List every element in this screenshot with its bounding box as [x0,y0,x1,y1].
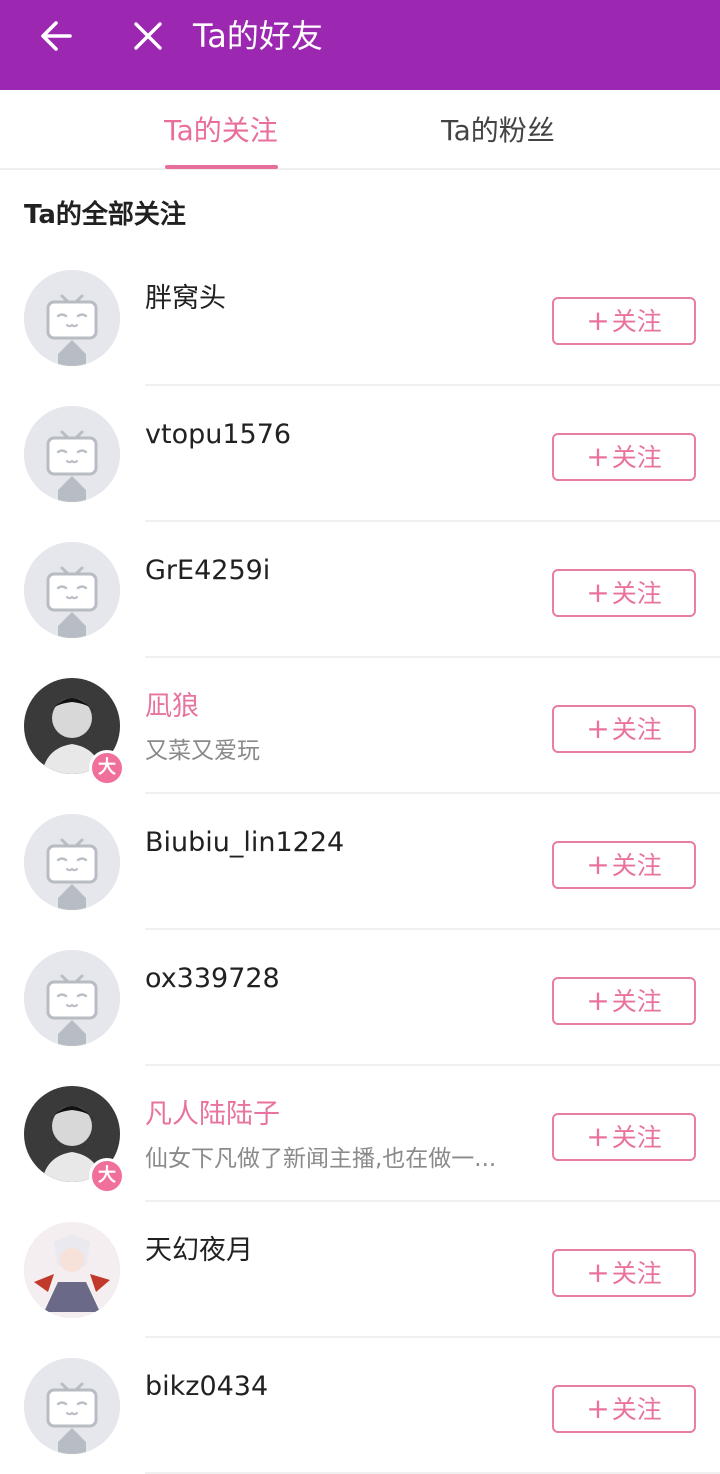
vip-badge-icon: 大 [89,1158,125,1194]
plus-icon: + [586,1256,610,1289]
user-name[interactable]: 天幻夜月 [145,1232,253,1270]
plus-icon: + [586,984,610,1017]
follow-label: 关注 [611,851,662,880]
follow-button[interactable]: +关注 [552,1113,696,1161]
avatar[interactable] [24,814,120,910]
follow-button[interactable]: +关注 [552,433,696,481]
plus-icon: + [586,712,610,745]
user-name[interactable]: bikz0434 [145,1368,268,1406]
user-signature: 又菜又爱玩 [145,738,260,764]
follow-button[interactable]: +关注 [552,569,696,617]
plus-icon: + [586,1120,610,1153]
tab-fans[interactable]: Ta的粉丝 [398,90,598,168]
user-name[interactable]: Biubiu_lin1224 [145,824,344,862]
user-row[interactable]: 大凪狼又菜又爱玩 +关注 [0,658,720,794]
follow-label: 关注 [611,987,662,1016]
follow-button[interactable]: +关注 [552,705,696,753]
user-name[interactable]: ox339728 [145,960,280,998]
follow-label: 关注 [611,443,662,472]
tab-bar: Ta的关注 Ta的粉丝 [0,90,720,170]
user-signature: 仙女下凡做了新闻主播,也在做一... [145,1146,497,1172]
user-row[interactable]: ox339728 +关注 [0,930,720,1066]
user-name[interactable]: GrE4259i [145,552,270,590]
vip-badge-icon: 大 [89,750,125,786]
page-title: Ta的好友 [193,17,323,55]
follow-button[interactable]: +关注 [552,841,696,889]
avatar[interactable] [24,950,120,1046]
tab-following[interactable]: Ta的关注 [121,90,321,168]
follow-button[interactable]: +关注 [552,1385,696,1433]
avatar[interactable] [24,270,120,366]
user-row[interactable]: 胖窝头 +关注 [0,250,720,386]
follow-button[interactable]: +关注 [552,1249,696,1297]
user-name[interactable]: 胖窝头 [145,280,226,318]
follow-label: 关注 [611,1123,662,1152]
follow-button[interactable]: +关注 [552,297,696,345]
avatar[interactable] [24,542,120,638]
following-list: 胖窝头 +关注 vtopu1576 +关注 GrE4259i +关注大凪狼 又菜又爱玩 +关注… [0,250,720,1474]
avatar[interactable] [24,1358,120,1454]
follow-label: 关注 [611,1259,662,1288]
follow-button[interactable]: +关注 [552,977,696,1025]
follow-label: 关注 [611,307,662,336]
user-row[interactable]: 大凡人陆陆子仙女下凡做了新闻主播,也在做一... +关注 [0,1066,720,1202]
app-bar: Ta的好友 [0,0,720,90]
plus-icon: + [586,1392,610,1425]
user-row[interactable]: GrE4259i +关注 [0,522,720,658]
follow-label: 关注 [611,1395,662,1424]
back-arrow-icon[interactable] [36,16,76,56]
user-row[interactable]: bikz0434 +关注 [0,1338,720,1474]
follow-label: 关注 [611,715,662,744]
active-tab-indicator [165,165,278,169]
plus-icon: + [586,304,610,337]
section-title: Ta的全部关注 [24,200,186,230]
user-name[interactable]: vtopu1576 [145,416,291,454]
user-row[interactable]: Biubiu_lin1224 +关注 [0,794,720,930]
close-icon[interactable] [128,16,168,56]
user-name[interactable]: 凡人陆陆子 [145,1096,280,1134]
plus-icon: + [586,848,610,881]
plus-icon: + [586,440,610,473]
user-row[interactable]: vtopu1576 +关注 [0,386,720,522]
user-row[interactable]: 天幻夜月 +关注 [0,1202,720,1338]
follow-label: 关注 [611,579,662,608]
avatar[interactable] [24,1222,120,1318]
plus-icon: + [586,576,610,609]
user-name[interactable]: 凪狼 [145,688,199,726]
avatar[interactable] [24,406,120,502]
